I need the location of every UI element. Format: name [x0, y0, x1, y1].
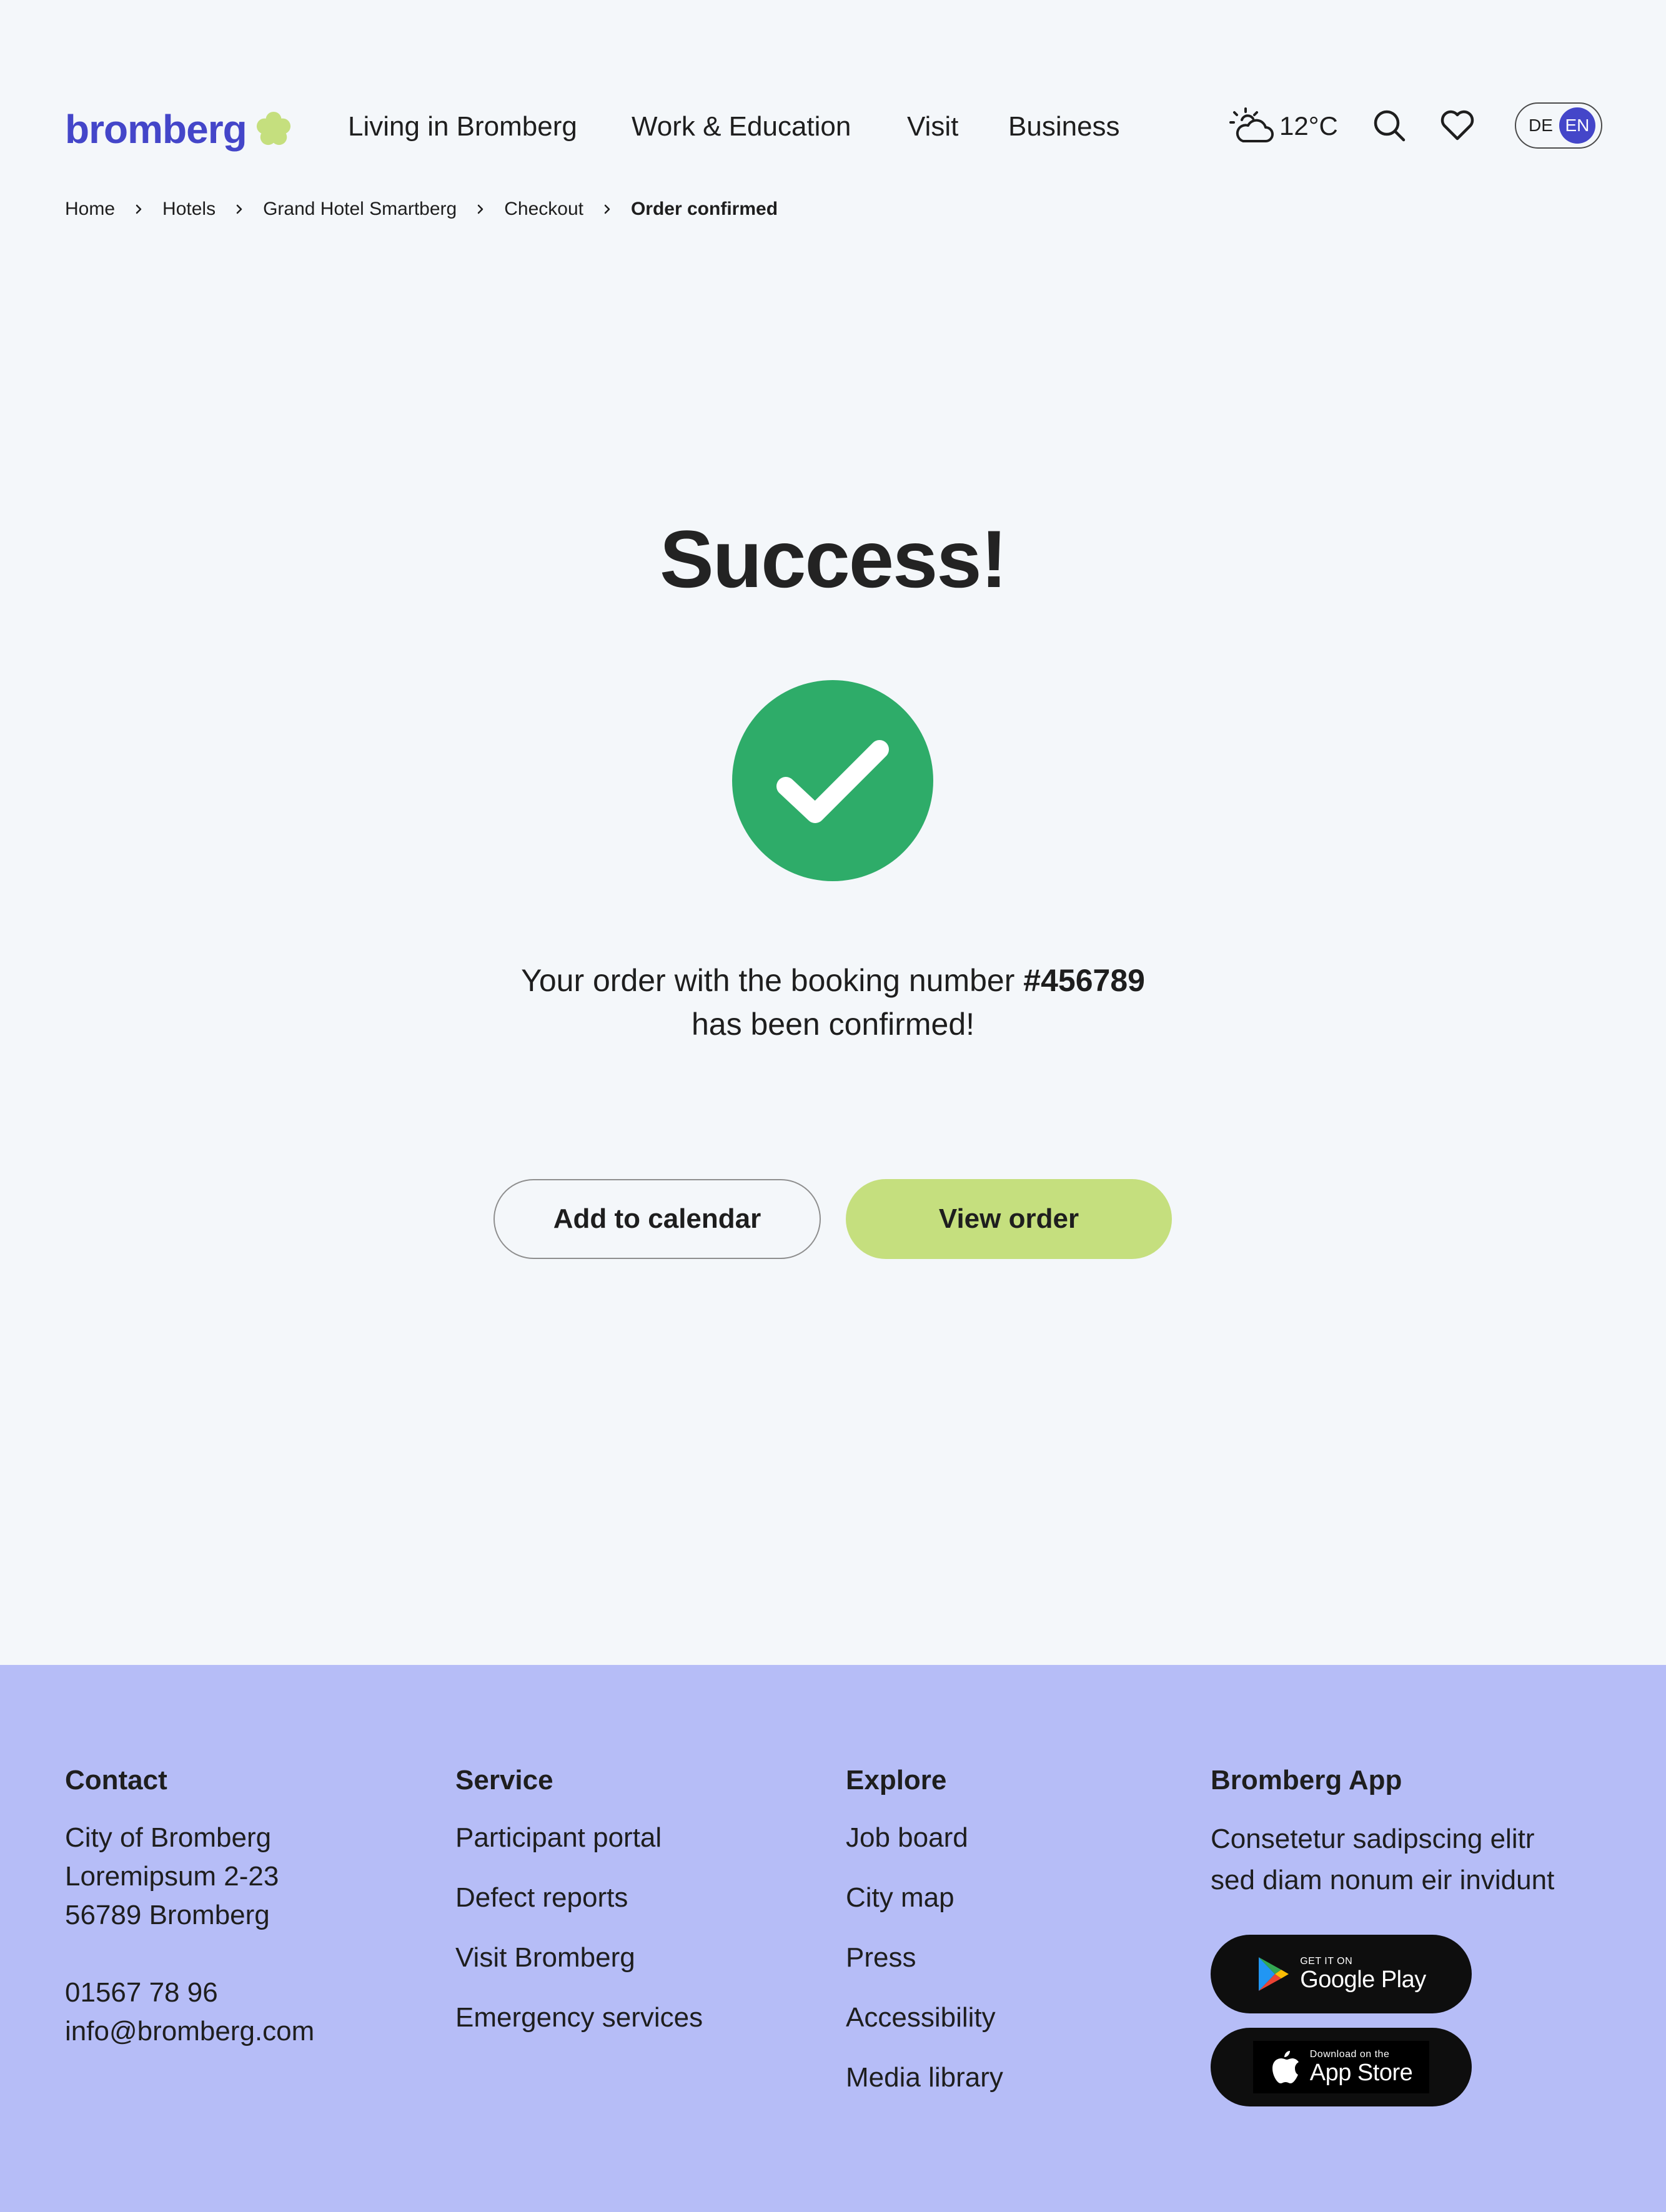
contact-line: Loremipsum 2-23	[65, 1861, 279, 1892]
footer-link-emergency-services[interactable]: Emergency services	[455, 1988, 703, 2048]
nav-living-in-bromberg[interactable]: Living in Bromberg	[348, 111, 577, 142]
footer-link-defect-reports[interactable]: Defect reports	[455, 1868, 703, 1928]
footer-link-accessibility[interactable]: Accessibility	[846, 1988, 1003, 2048]
contact-email[interactable]: info@bromberg.com	[65, 2012, 314, 2051]
breadcrumb-home[interactable]: Home	[65, 199, 115, 220]
footer-explore: Explore Job board City map Press Accessi…	[846, 1765, 1003, 2108]
google-play-icon	[1259, 1957, 1289, 1991]
footer-link-visit-bromberg[interactable]: Visit Bromberg	[455, 1928, 703, 1988]
confirmation-text-end: has been confirmed!	[691, 1007, 975, 1042]
breadcrumb: Home Hotels Grand Hotel Smartberg Checko…	[65, 199, 778, 220]
breadcrumb-checkout[interactable]: Checkout	[504, 199, 583, 220]
app-store-text: App Store	[1309, 2060, 1413, 2086]
language-switch: DE EN	[1515, 102, 1602, 149]
nav-visit[interactable]: Visit	[907, 111, 958, 142]
view-order-button[interactable]: View order	[846, 1179, 1172, 1259]
breadcrumb-hotels[interactable]: Hotels	[162, 199, 216, 220]
footer-link-job-board[interactable]: Job board	[846, 1808, 1003, 1868]
footer-heading-contact: Contact	[65, 1765, 167, 1795]
nav-work-education[interactable]: Work & Education	[632, 111, 851, 142]
logo[interactable]: bromberg	[65, 106, 292, 152]
footer-link-city-map[interactable]: City map	[846, 1868, 1003, 1928]
logo-text: bromberg	[65, 107, 247, 152]
add-to-calendar-button[interactable]: Add to calendar	[493, 1179, 821, 1259]
footer-contact: Contact City of Bromberg Loremipsum 2-23…	[65, 1765, 314, 2051]
partly-cloudy-icon	[1229, 107, 1274, 142]
footer-link-media-library[interactable]: Media library	[846, 2048, 1003, 2108]
lang-de-button[interactable]: DE	[1529, 116, 1553, 136]
google-play-text: Google Play	[1300, 1967, 1426, 1993]
weather-widget: 12°C	[1228, 106, 1338, 146]
app-store-button[interactable]: Download on the App Store	[1211, 2028, 1472, 2106]
chevron-right-icon	[604, 204, 610, 214]
app-description-line: Consetetur sadipscing elitr	[1211, 1824, 1535, 1854]
confirmation-message: Your order with the booking number #4567…	[0, 959, 1666, 1046]
check-circle-icon	[732, 680, 933, 881]
app-store-small-text: Download on the	[1309, 2049, 1390, 2060]
google-play-small-text: GET IT ON	[1300, 1956, 1353, 1967]
apple-icon	[1272, 2051, 1299, 2083]
chevron-right-icon	[236, 204, 242, 214]
site-footer: Contact City of Bromberg Loremipsum 2-23…	[0, 1665, 1666, 2212]
lang-en-button[interactable]: EN	[1559, 107, 1595, 144]
footer-app: Bromberg App Consetetur sadipscing elitr…	[1211, 1765, 1554, 1901]
page-title: Success!	[660, 513, 1008, 605]
search-icon[interactable]	[1371, 107, 1407, 144]
temperature: 12°C	[1279, 111, 1338, 141]
contact-line: City of Bromberg	[65, 1822, 272, 1853]
footer-heading-explore: Explore	[846, 1765, 947, 1795]
chevron-right-icon	[477, 204, 483, 214]
site-header: bromberg Living in Bromberg Work & Educa…	[0, 0, 1666, 219]
breadcrumb-current: Order confirmed	[630, 199, 778, 219]
breadcrumb-hotel[interactable]: Grand Hotel Smartberg	[263, 199, 457, 220]
contact-line: 56789 Bromberg	[65, 1900, 270, 1930]
booking-number: #456789	[1023, 963, 1145, 998]
footer-link-participant-portal[interactable]: Participant portal	[455, 1808, 703, 1868]
confirmation-text: Your order with the booking number	[521, 963, 1015, 998]
contact-phone[interactable]: 01567 78 96	[65, 1973, 314, 2012]
chevron-right-icon	[136, 204, 142, 214]
footer-service: Service Participant portal Defect report…	[455, 1765, 703, 2048]
google-play-button[interactable]: GET IT ON Google Play	[1211, 1935, 1472, 2013]
nav-business[interactable]: Business	[1008, 111, 1120, 142]
footer-link-press[interactable]: Press	[846, 1928, 1003, 1988]
heart-icon[interactable]	[1439, 107, 1475, 144]
footer-heading-app: Bromberg App	[1211, 1765, 1402, 1795]
flower-logo-icon	[256, 111, 290, 146]
app-description-line: sed diam nonum eir invidunt	[1211, 1865, 1555, 1895]
footer-heading-service: Service	[455, 1765, 553, 1795]
